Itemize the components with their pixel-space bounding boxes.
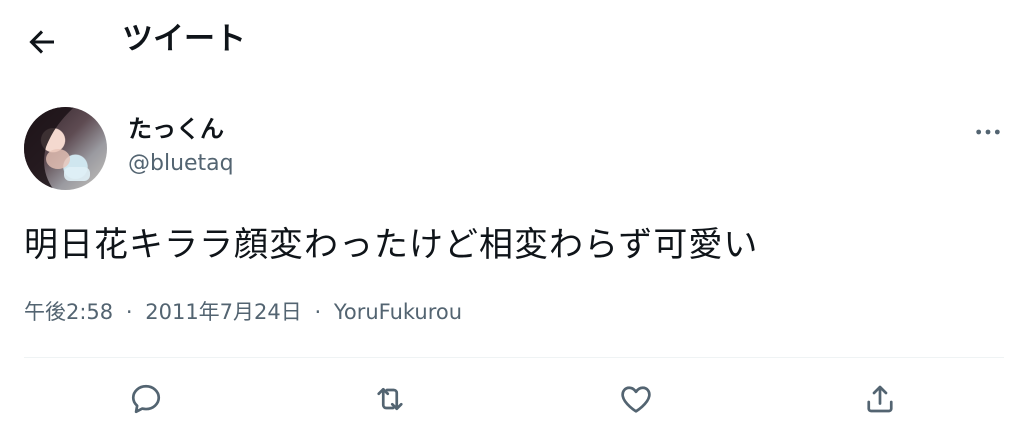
heart-icon (621, 386, 651, 413)
more-horizontal-icon (976, 129, 1000, 135)
reply-button[interactable] (128, 381, 164, 417)
retweet-button[interactable] (372, 381, 408, 417)
arrow-left-icon (29, 30, 54, 54)
page-title: ツイート (122, 21, 246, 57)
avatar[interactable] (24, 107, 107, 190)
tweet-text: 明日花キララ顔変わったけど相変わらず可愛い (24, 225, 759, 265)
tweet-time[interactable]: 午後2:58 (24, 300, 113, 324)
divider (24, 357, 1004, 358)
meta-separator: · (125, 300, 133, 324)
share-button[interactable] (862, 381, 898, 417)
tweet-client[interactable]: YoruFukurou (334, 300, 462, 324)
user-handle[interactable]: @bluetaq (128, 148, 234, 180)
tweet-date[interactable]: 2011年7月24日 (145, 300, 302, 324)
reply-bubble-icon (131, 384, 161, 414)
top-bar: ツイート (0, 0, 1024, 86)
meta-separator: · (314, 300, 322, 324)
like-button[interactable] (618, 381, 654, 417)
retweet-icon (377, 387, 403, 411)
display-name[interactable]: たっくん (128, 112, 224, 146)
back-button[interactable] (24, 24, 60, 60)
share-icon (867, 385, 893, 413)
avatar-photo (24, 107, 90, 190)
more-button[interactable] (972, 116, 1004, 148)
tweet-meta: 午後2:58 · 2011年7月24日 · YoruFukurou (24, 296, 462, 328)
